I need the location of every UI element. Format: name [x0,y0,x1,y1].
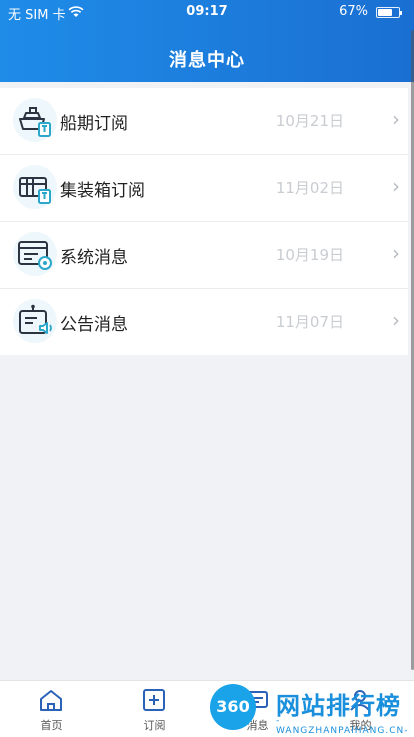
announcement-icon [13,299,57,343]
home-icon [40,690,62,711]
chevron-right-icon: › [392,241,400,265]
watermark: 360 网站排行榜 -WANGZHANPAIHANG.CN- [204,684,410,736]
watermark-logo: 360 [210,684,256,730]
tab-subscribe[interactable]: 订阅 [103,681,206,737]
list-item-announcement[interactable]: 公告消息 11月07日 › [0,289,408,355]
status-bar: 无 SIM 卡 09:17 67% [0,0,414,24]
tab-label: 首页 [40,719,63,732]
message-list: 船期订阅 10月21日 › 集装箱订阅 11月02日 › 系统消息 10月19日… [0,88,408,355]
list-item-label: 公告消息 [60,315,128,335]
tab-home[interactable]: 首页 [0,681,103,737]
list-item-date: 11月07日 [275,313,344,331]
list-item-date: 10月19日 [275,246,344,264]
container-subscription-icon [13,165,57,209]
battery-icon [376,7,402,18]
list-item-date: 11月02日 [275,179,344,197]
watermark-subtext: -WANGZHANPAIHANG.CN- [276,716,409,736]
chevron-right-icon: › [392,308,400,332]
battery-percent: 67% [339,4,368,19]
list-item-label: 集装箱订阅 [60,181,145,201]
chevron-right-icon: › [392,107,400,131]
chevron-right-icon: › [392,174,400,198]
list-item-label: 系统消息 [60,248,128,268]
tab-label: 订阅 [143,719,166,732]
list-item-system-message[interactable]: 系统消息 10月19日 › [0,222,408,289]
add-subscription-icon [143,689,165,711]
list-item-label: 船期订阅 [60,114,128,134]
system-message-icon [13,232,57,276]
header-bar: 无 SIM 卡 09:17 67% 消息中心 [0,0,414,82]
ship-subscription-icon [13,98,57,142]
list-item-ship-subscription[interactable]: 船期订阅 10月21日 › [0,88,408,155]
list-item-date: 10月21日 [275,112,344,130]
list-item-container-subscription[interactable]: 集装箱订阅 11月02日 › [0,155,408,222]
page-title: 消息中心 [169,50,245,71]
